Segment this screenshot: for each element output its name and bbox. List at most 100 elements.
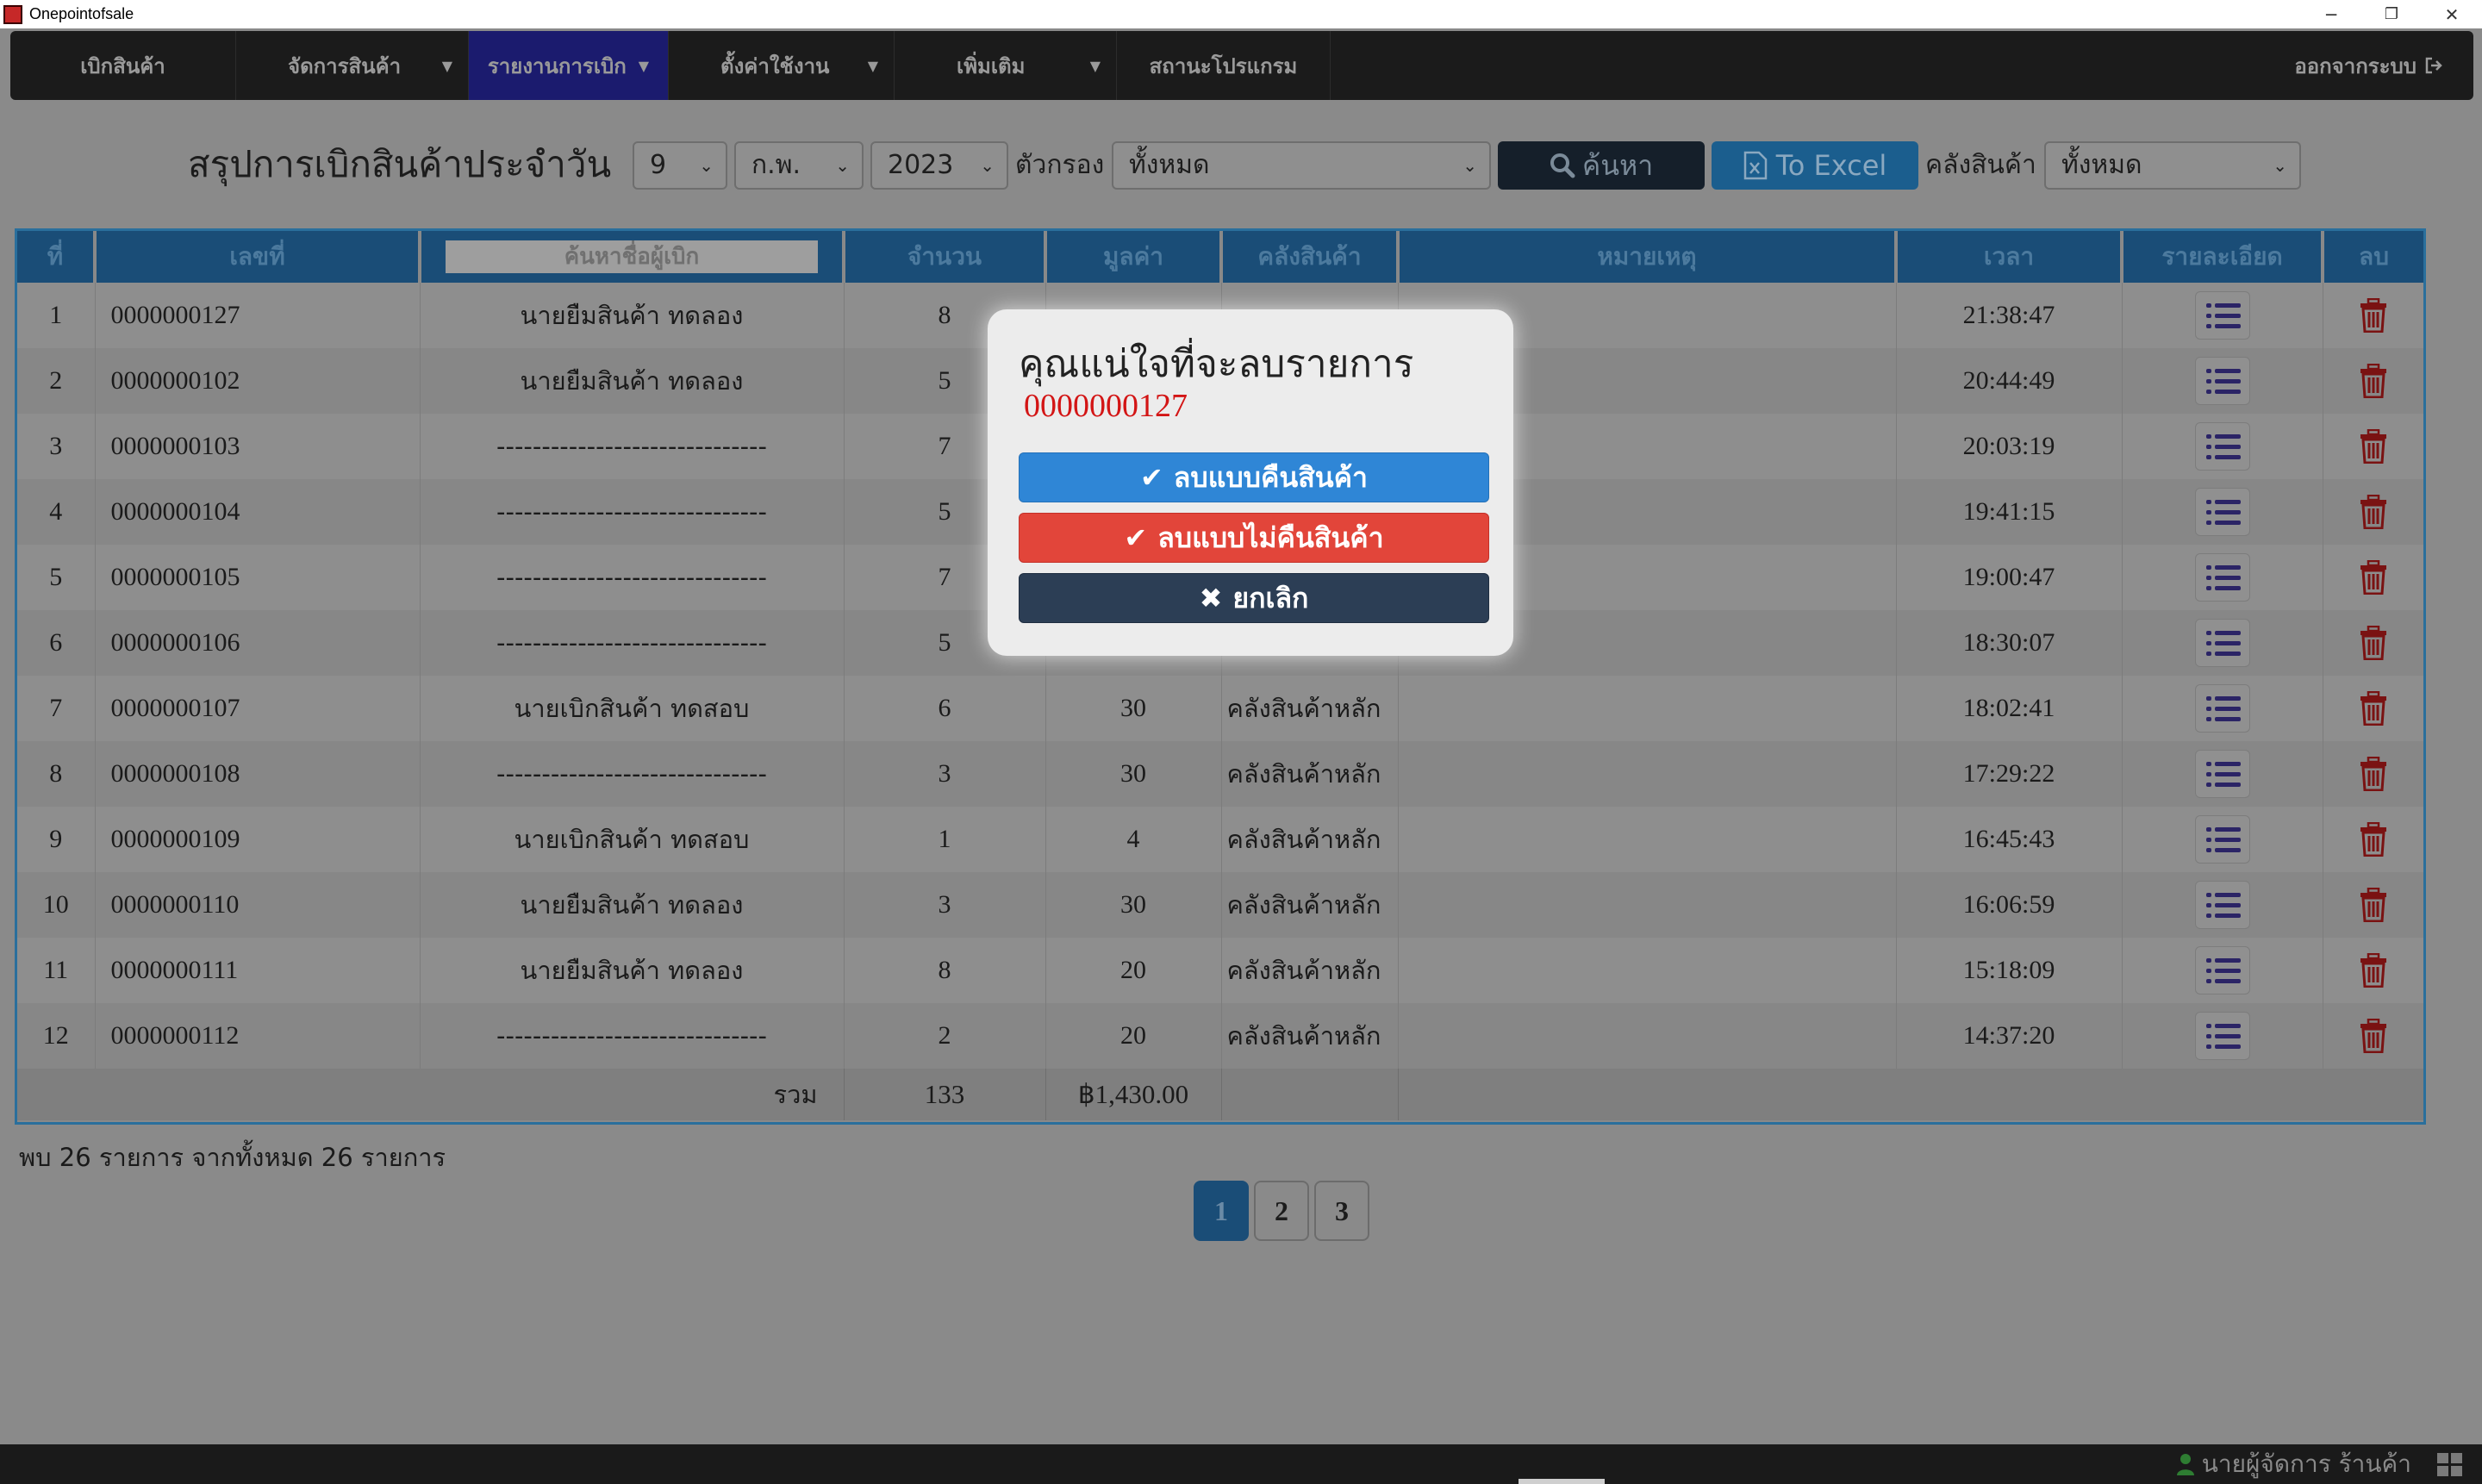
cell-doc-number: 0000000108: [95, 741, 421, 807]
chevron-down-icon: ⌄: [2273, 155, 2287, 176]
detail-button[interactable]: [2194, 357, 2250, 405]
day-value: 9: [650, 150, 667, 180]
check-icon: ✔: [1139, 461, 1163, 494]
cell-doc-number: 0000000104: [95, 479, 421, 545]
chevron-down-icon: ⌄: [1462, 155, 1477, 176]
detail-button[interactable]: [2194, 422, 2250, 471]
list-icon: [2205, 434, 2241, 460]
cell-no: 5: [17, 545, 96, 610]
cell-time: 18:30:07: [1896, 610, 2123, 676]
cell-no: 6: [17, 610, 96, 676]
col-header-delete: ลบ: [2323, 231, 2423, 283]
nav-item-more[interactable]: เพิ่มเติม ▼: [895, 31, 1117, 100]
delete-with-return-button[interactable]: ✔ ลบแบบคืนสินค้า: [1019, 452, 1489, 502]
detail-button[interactable]: [2194, 815, 2250, 864]
search-icon: [1550, 153, 1575, 178]
nav-item-withdraw-report[interactable]: รายงานการเบิก ▼: [469, 31, 669, 100]
delete-button[interactable]: [2346, 553, 2401, 602]
nav-item-withdraw[interactable]: เบิกสินค้า: [10, 31, 236, 100]
trash-icon: [2360, 822, 2386, 857]
cell-detail: [2122, 807, 2323, 872]
window-controls: ─ ❐ ✕: [2301, 0, 2482, 28]
cell-time: 20:03:19: [1896, 414, 2123, 479]
year-value: 2023: [888, 150, 954, 180]
delete-button[interactable]: [2346, 946, 2401, 995]
detail-button[interactable]: [2194, 881, 2250, 929]
delete-button[interactable]: [2346, 357, 2401, 405]
nav-label: จัดการสินค้า: [288, 53, 402, 78]
nav-item-program-status[interactable]: สถานะโปรแกรม: [1117, 31, 1331, 100]
delete-button[interactable]: [2346, 684, 2401, 733]
detail-button[interactable]: [2194, 750, 2250, 798]
cell-warehouse: คลังสินค้าหลัก: [1221, 938, 1399, 1003]
detail-button[interactable]: [2194, 946, 2250, 995]
cell-requester: นายยืมสินค้า ทดลอง: [420, 938, 845, 1003]
name-search-input[interactable]: ค้นหาชื่อผู้เบิก: [446, 240, 818, 273]
grid-icon[interactable]: [2437, 1453, 2463, 1477]
delete-button[interactable]: [2346, 750, 2401, 798]
cell-detail: [2122, 414, 2323, 479]
delete-button[interactable]: [2346, 291, 2401, 340]
cell-detail: [2122, 348, 2323, 414]
nav-item-manage-products[interactable]: จัดการสินค้า ▼: [236, 31, 469, 100]
col-header-qty: จำนวน: [844, 231, 1047, 283]
page-button-2[interactable]: 2: [1254, 1181, 1309, 1241]
cell-requester: ------------------------------: [420, 414, 845, 479]
cell-delete: [2323, 807, 2423, 872]
year-select[interactable]: 2023 ⌄: [870, 141, 1008, 190]
detail-button[interactable]: [2194, 684, 2250, 733]
user-icon: [2176, 1454, 2194, 1475]
list-icon: [2205, 369, 2241, 395]
cell-time: 16:45:43: [1896, 807, 2123, 872]
logout-icon: [2425, 57, 2442, 74]
delete-button[interactable]: [2346, 1012, 2401, 1060]
detail-button[interactable]: [2194, 619, 2250, 667]
export-excel-button[interactable]: To Excel: [1712, 141, 1918, 190]
trash-icon: [2360, 364, 2386, 398]
cell-qty: 3: [844, 741, 1046, 807]
cell-qty: 2: [844, 1003, 1046, 1069]
cancel-button[interactable]: ✖ ยกเลิก: [1019, 573, 1489, 623]
trash-icon: [2360, 757, 2386, 791]
filter-value: ทั้งหมด: [1129, 150, 1210, 180]
detail-button[interactable]: [2194, 291, 2250, 340]
filter-select[interactable]: ทั้งหมด ⌄: [1112, 141, 1491, 190]
detail-button[interactable]: [2194, 553, 2250, 602]
list-icon: [2205, 1024, 2241, 1050]
list-icon: [2205, 631, 2241, 657]
nav-item-settings[interactable]: ตั้งค่าใช้งาน ▼: [669, 31, 895, 100]
day-select[interactable]: 9 ⌄: [633, 141, 727, 190]
month-select[interactable]: ก.พ. ⌄: [734, 141, 864, 190]
delete-button[interactable]: [2346, 815, 2401, 864]
close-button[interactable]: ✕: [2422, 0, 2482, 28]
search-button[interactable]: ค้นหา: [1498, 141, 1705, 190]
col-header-no: ที่: [17, 231, 97, 283]
page-button-1[interactable]: 1: [1194, 1181, 1249, 1241]
minimize-button[interactable]: ─: [2301, 0, 2361, 28]
logout-label: ออกจากระบบ: [2294, 53, 2417, 78]
cell-detail: [2122, 545, 2323, 610]
detail-button[interactable]: [2194, 1012, 2250, 1060]
cell-detail: [2122, 938, 2323, 1003]
cell-doc-number: 0000000111: [95, 938, 421, 1003]
cell-no: 11: [17, 938, 96, 1003]
cell-delete: [2323, 676, 2423, 741]
warehouse-select[interactable]: ทั้งหมด ⌄: [2044, 141, 2301, 190]
cell-doc-number: 0000000109: [95, 807, 421, 872]
delete-button[interactable]: [2346, 619, 2401, 667]
nav-label: เพิ่มเติม: [957, 53, 1026, 78]
cell-delete: [2323, 283, 2423, 348]
page-button-3[interactable]: 3: [1314, 1181, 1369, 1241]
list-icon: [2205, 762, 2241, 788]
delete-without-return-button[interactable]: ✔ ลบแบบไม่คืนสินค้า: [1019, 513, 1489, 563]
list-icon: [2205, 958, 2241, 984]
total-filler: [1398, 1069, 2423, 1120]
delete-button[interactable]: [2346, 881, 2401, 929]
cell-time: 16:06:59: [1896, 872, 2123, 938]
detail-button[interactable]: [2194, 488, 2250, 536]
maximize-button[interactable]: ❐: [2361, 0, 2422, 28]
cell-doc-number: 0000000106: [95, 610, 421, 676]
delete-button[interactable]: [2346, 422, 2401, 471]
delete-button[interactable]: [2346, 488, 2401, 536]
logout-link[interactable]: ออกจากระบบ: [2294, 31, 2444, 100]
